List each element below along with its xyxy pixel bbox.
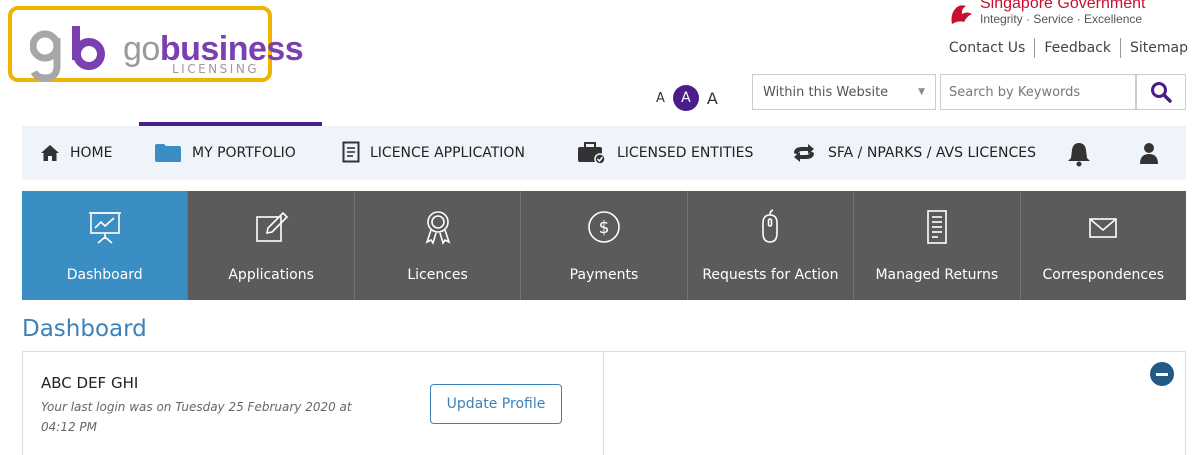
utility-links: Contact Us Feedback Sitemap xyxy=(940,38,1188,58)
edit-icon xyxy=(256,211,289,242)
main-nav: HOME MY PORTFOLIO LICENCE APPLICATION LI… xyxy=(22,126,1186,180)
page-title: Dashboard xyxy=(22,316,147,342)
search-button[interactable] xyxy=(1136,74,1186,110)
gov-tagline: Integrity · Service · Excellence xyxy=(980,12,1143,26)
nav-item-label: HOME xyxy=(70,145,113,161)
font-size-medium-button[interactable]: A xyxy=(672,85,699,111)
report-icon xyxy=(927,210,947,244)
tab-label: Correspondences xyxy=(1042,267,1164,283)
nav-item-label: LICENCE APPLICATION xyxy=(370,145,525,161)
home-icon xyxy=(41,145,59,161)
user-icon[interactable] xyxy=(1139,141,1159,165)
nav-item-my-portfolio[interactable]: MY PORTFOLIO xyxy=(154,126,296,180)
search-scope-value: Within this Website xyxy=(763,84,889,100)
sitemap-link[interactable]: Sitemap xyxy=(1120,38,1188,58)
tab-applications[interactable]: Applications xyxy=(187,191,353,300)
envelope-icon xyxy=(1089,218,1118,238)
font-size-small-button[interactable]: A xyxy=(656,91,665,106)
font-size-large-button[interactable]: A xyxy=(707,89,718,108)
mouse-icon xyxy=(762,209,779,243)
card-divider xyxy=(603,352,604,455)
nav-item-licensed-entities[interactable]: LICENSED ENTITIES xyxy=(577,126,753,180)
search-icon xyxy=(1151,82,1172,103)
contact-us-link[interactable]: Contact Us xyxy=(940,38,1034,58)
chevron-down-icon: ▼ xyxy=(918,87,925,97)
tab-label: Licences xyxy=(407,267,468,283)
profile-card: ABC DEF GHI Your last login was on Tuesd… xyxy=(22,351,1186,455)
tab-licences[interactable]: Licences xyxy=(353,191,520,300)
nav-item-home[interactable]: HOME xyxy=(40,126,112,180)
tab-requests-for-action[interactable]: Requests for Action xyxy=(686,191,853,300)
singapore-lion-icon xyxy=(951,5,972,25)
bell-icon[interactable] xyxy=(1067,141,1091,167)
svg-text:$: $ xyxy=(599,218,610,238)
nav-item-label: MY PORTFOLIO xyxy=(192,145,296,161)
award-icon xyxy=(425,211,450,245)
logo-wordmark: gobusiness xyxy=(123,30,304,68)
logo-subtitle: LICENSING xyxy=(172,62,260,76)
tab-managed-returns[interactable]: Managed Returns xyxy=(853,191,1019,300)
user-name: ABC DEF GHI xyxy=(41,374,139,392)
font-size-controls: A A A xyxy=(656,85,718,111)
search-input[interactable] xyxy=(940,74,1136,110)
briefcase-icon xyxy=(578,142,606,165)
portfolio-tabs: Dashboard Applications Licences $ Paymen… xyxy=(22,191,1186,300)
nav-item-sfa-nparks-avs-licences[interactable]: SFA / NPARKS / AVS LICENCES xyxy=(790,126,1036,180)
tab-label: Requests for Action xyxy=(702,267,839,283)
gb-logo-mark-icon xyxy=(30,26,105,82)
tab-label: Payments xyxy=(569,267,639,283)
nav-item-label: SFA / NPARKS / AVS LICENCES xyxy=(828,145,1036,161)
nav-item-label: LICENSED ENTITIES xyxy=(617,145,754,161)
feedback-link[interactable]: Feedback xyxy=(1034,38,1120,58)
folder-icon xyxy=(155,144,181,162)
tab-payments[interactable]: $ Payments xyxy=(520,191,686,300)
tab-label: Applications xyxy=(228,267,314,283)
update-profile-button[interactable]: Update Profile xyxy=(430,384,562,424)
tab-label: Dashboard xyxy=(66,267,143,283)
nav-item-licence-application[interactable]: LICENCE APPLICATION xyxy=(342,126,525,180)
search-scope-select[interactable]: Within this Website ▼ xyxy=(752,74,936,110)
exchange-icon xyxy=(794,144,814,162)
dollar-icon: $ xyxy=(588,211,620,243)
site-logo[interactable]: gobusiness LICENSING xyxy=(8,6,304,82)
tab-label: Managed Returns xyxy=(875,267,999,283)
collapse-minus-icon[interactable] xyxy=(1150,362,1174,386)
presentation-icon xyxy=(88,212,121,244)
last-login-text: Your last login was on Tuesday 25 Februa… xyxy=(41,400,352,434)
tab-correspondences[interactable]: Correspondences xyxy=(1019,191,1186,300)
document-icon xyxy=(342,141,360,163)
tab-dashboard[interactable]: Dashboard xyxy=(22,191,188,300)
